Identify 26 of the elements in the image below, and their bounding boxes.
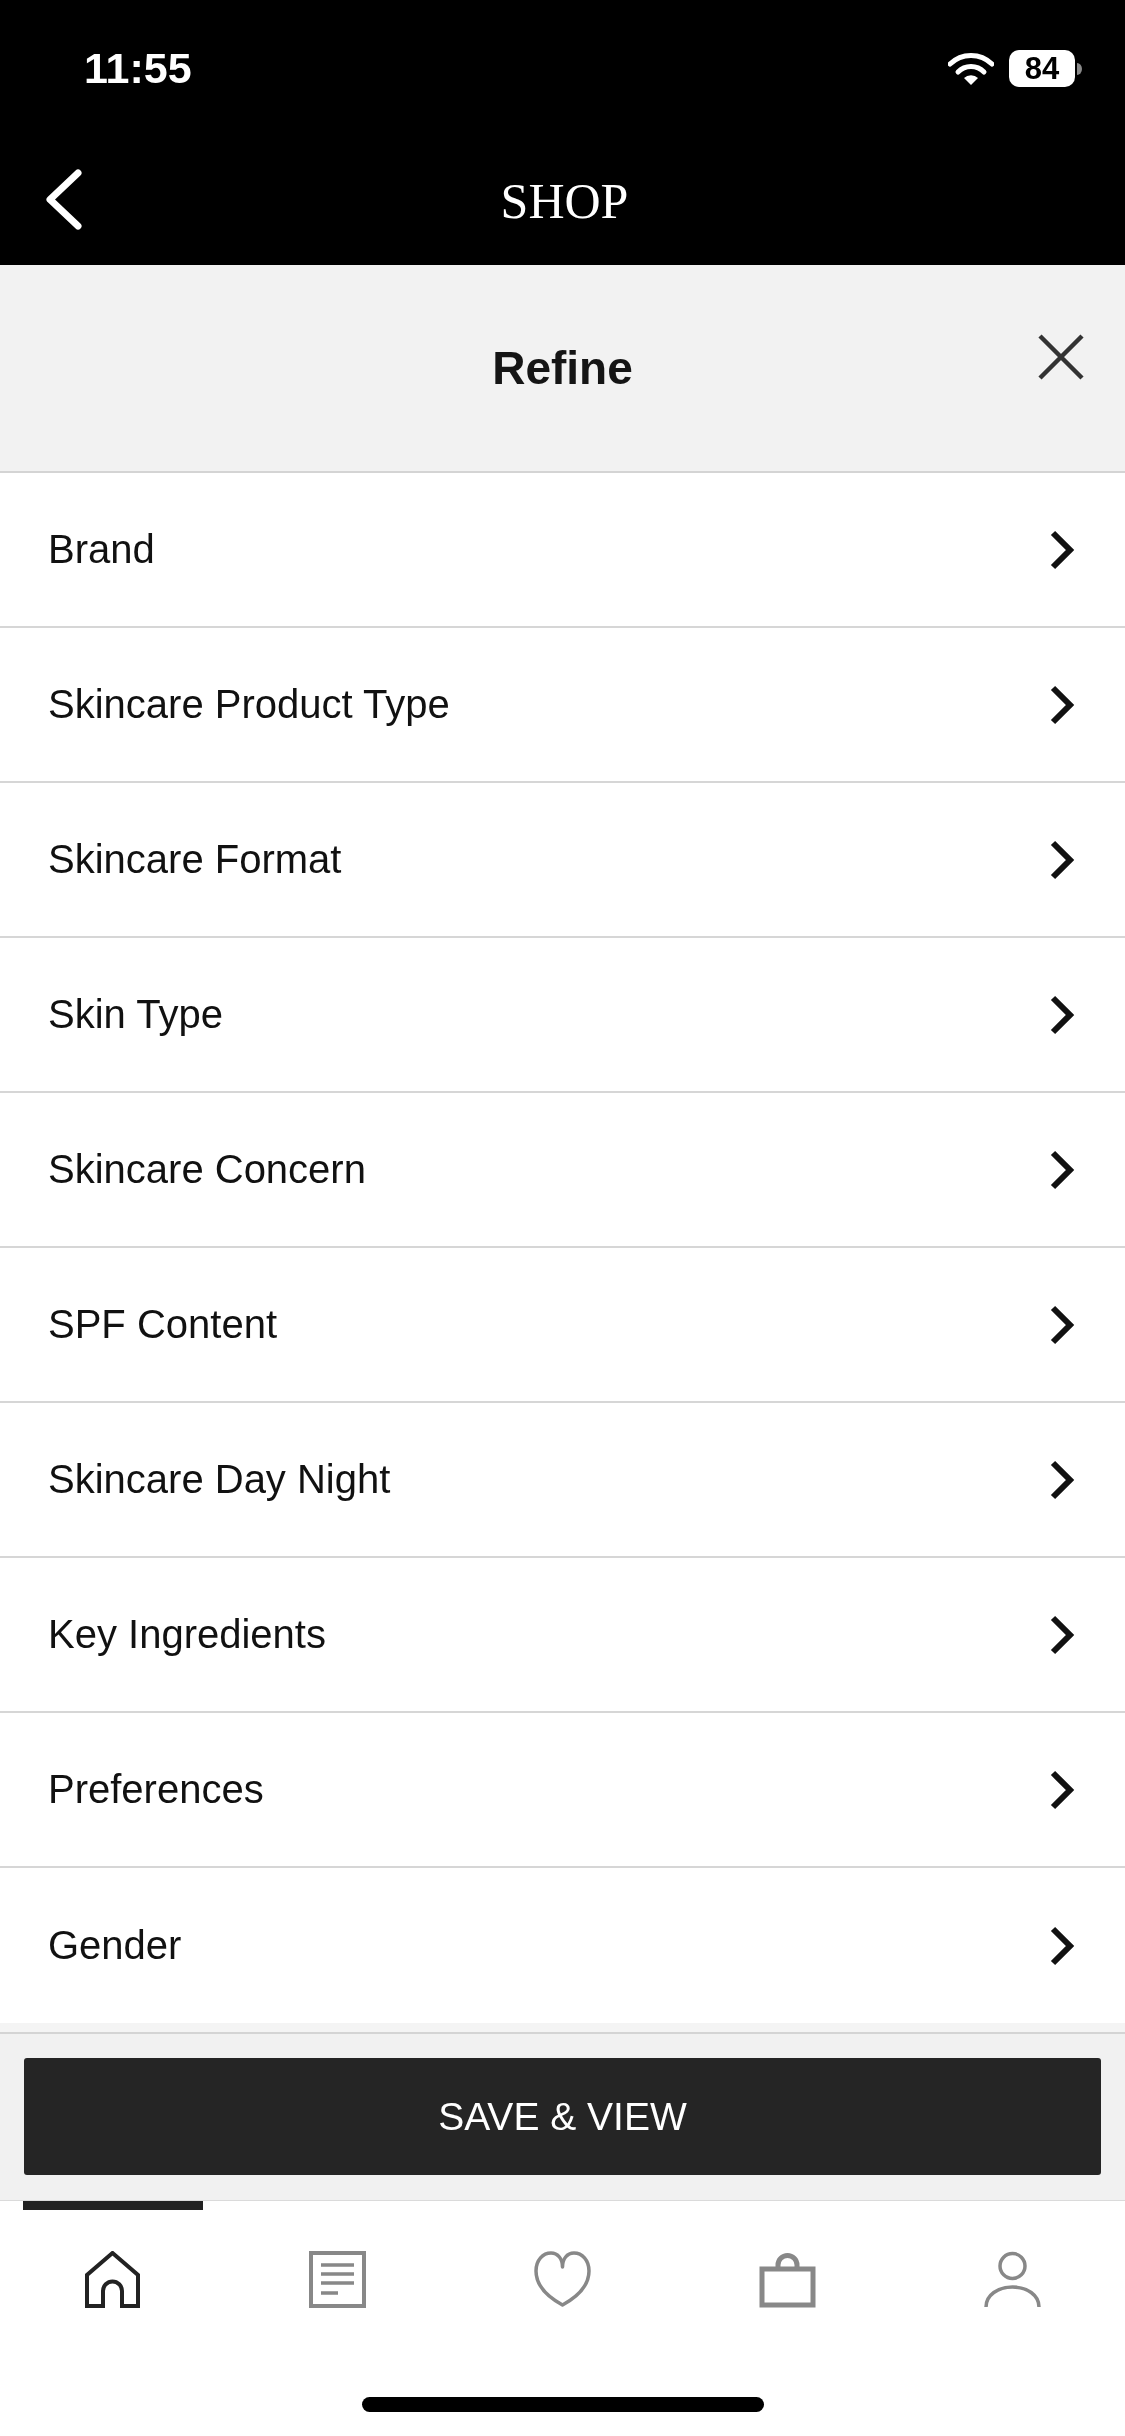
chevron-right-icon [1049, 1614, 1075, 1655]
battery-cap-icon [1077, 62, 1082, 75]
battery-level: 84 [1009, 50, 1075, 87]
chevron-right-icon [1049, 1769, 1075, 1810]
chevron-right-icon [1049, 684, 1075, 725]
back-button[interactable] [44, 169, 82, 230]
save-and-view-button[interactable]: SAVE & VIEW [24, 2058, 1101, 2175]
heart-icon [534, 2251, 591, 2308]
status-time: 11:55 [84, 43, 192, 94]
document-icon [309, 2251, 366, 2308]
chevron-right-icon [1049, 1304, 1075, 1345]
person-icon [984, 2251, 1041, 2308]
close-icon [1038, 334, 1084, 380]
close-button[interactable] [1038, 334, 1084, 380]
chevron-right-icon [1049, 529, 1075, 570]
nav-title: SHOP [500, 171, 629, 230]
back-icon [44, 169, 82, 230]
home-icon [84, 2251, 141, 2308]
panel-title: Refine [492, 341, 633, 395]
chevron-right-icon [1049, 1459, 1075, 1500]
shopping-bag-icon [759, 2251, 816, 2308]
wifi-icon [948, 51, 994, 86]
chevron-right-icon [1049, 839, 1075, 880]
chevron-right-icon [1049, 1925, 1075, 1966]
chevron-right-icon [1049, 994, 1075, 1035]
chevron-right-icon [1049, 1149, 1075, 1190]
